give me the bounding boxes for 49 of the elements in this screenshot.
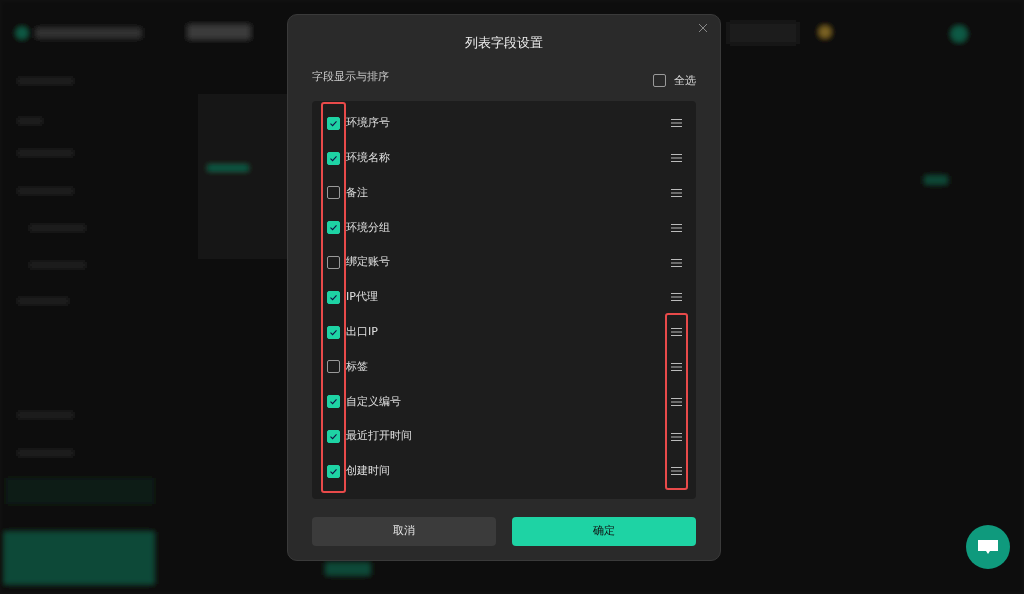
chat-bubble-icon: [977, 539, 999, 555]
field-checkbox[interactable]: [327, 325, 340, 339]
field-checkbox[interactable]: [327, 256, 340, 270]
drag-handle-icon[interactable]: [671, 258, 682, 267]
field-checkbox[interactable]: [327, 186, 340, 200]
field-label: 最近打开时间: [346, 428, 412, 445]
confirm-button[interactable]: 确定: [512, 517, 696, 546]
field-label: IP代理: [346, 289, 378, 306]
field-label: 标签: [346, 358, 368, 375]
field-checkbox[interactable]: [327, 290, 340, 304]
field-checkbox[interactable]: [327, 464, 340, 478]
field-checkbox[interactable]: [327, 430, 340, 444]
field-checkbox[interactable]: [327, 221, 340, 235]
section-label: 字段显示与排序: [312, 68, 389, 85]
drag-handle-icon[interactable]: [671, 397, 682, 406]
checkmark-icon: [329, 292, 338, 302]
select-all-label: 全选: [674, 72, 696, 89]
checkmark-icon: [329, 118, 338, 128]
cancel-button[interactable]: 取消: [312, 517, 496, 546]
field-label: 环境序号: [346, 115, 390, 132]
field-checkbox[interactable]: [327, 395, 340, 409]
field-label: 环境名称: [346, 149, 390, 166]
drag-handle-icon[interactable]: [671, 432, 682, 441]
close-icon[interactable]: [696, 21, 710, 35]
drag-handle-icon[interactable]: [671, 154, 682, 163]
field-label: 创建时间: [346, 463, 390, 480]
checkmark-icon: [329, 223, 338, 233]
drag-handle-icon[interactable]: [671, 223, 682, 232]
checkmark-icon: [329, 397, 338, 407]
drag-handle-icon[interactable]: [671, 328, 682, 337]
drag-handle-icon[interactable]: [671, 189, 682, 197]
drag-handle-icon[interactable]: [671, 467, 682, 476]
field-checkbox[interactable]: [327, 116, 340, 130]
field-label: 备注: [346, 184, 368, 201]
drag-handle-icon[interactable]: [671, 362, 682, 371]
drag-handle-icon[interactable]: [671, 293, 682, 302]
field-label: 环境分组: [346, 219, 390, 236]
field-label: 绑定账号: [346, 254, 390, 271]
field-label: 自定义编号: [346, 393, 401, 410]
field-label: 出口IP: [346, 323, 378, 340]
dialog-title: 列表字段设置: [464, 34, 544, 52]
checkmark-icon: [329, 327, 338, 337]
checkmark-icon: [329, 466, 338, 476]
field-checkbox[interactable]: [327, 360, 340, 374]
checkmark-icon: [329, 432, 338, 442]
checkmark-icon: [329, 153, 338, 163]
drag-handle-icon[interactable]: [671, 119, 682, 128]
field-checkbox[interactable]: [327, 151, 340, 165]
select-all-checkbox[interactable]: [653, 74, 666, 88]
